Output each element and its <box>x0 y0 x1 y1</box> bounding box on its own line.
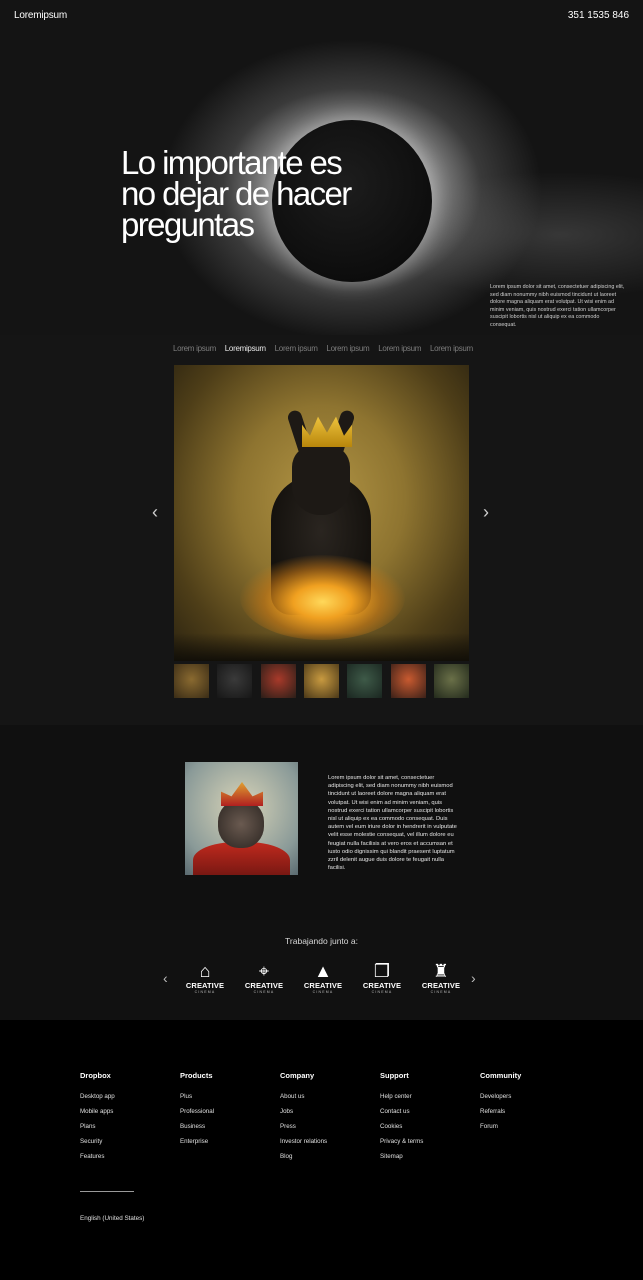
hero-headline: Lo importante es no dejar de hacer pregu… <box>121 144 352 243</box>
footer-column-support: Support Help center Contact us Cookies P… <box>380 1071 480 1164</box>
footer-link[interactable]: Press <box>280 1119 380 1134</box>
footer-link[interactable]: Contact us <box>380 1104 480 1119</box>
footer-link[interactable]: Jobs <box>280 1104 380 1119</box>
footer-link[interactable]: About us <box>280 1089 380 1104</box>
footer-link[interactable]: Enterprise <box>180 1134 280 1149</box>
thumbnail[interactable] <box>174 664 209 698</box>
gallery-tab[interactable]: Lorem ipsum <box>378 344 421 353</box>
footer-column-products: Products Plus Professional Business Ente… <box>180 1071 280 1164</box>
footer: Dropbox Desktop app Mobile apps Plans Se… <box>0 1020 643 1280</box>
partner-logo[interactable]: ▲ CREATIVE CINEMA <box>301 960 345 995</box>
footer-link[interactable]: Features <box>80 1149 180 1164</box>
footer-link[interactable]: Privacy & terms <box>380 1134 480 1149</box>
partner-logos: ⌂ CREATIVE CINEMA ⌖ CREATIVE CINEMA ▲ CR… <box>183 960 463 995</box>
thumbnail[interactable] <box>347 664 383 698</box>
gallery-main-image <box>174 365 469 661</box>
footer-column-community: Community Developers Referrals Forum <box>480 1071 580 1164</box>
footer-divider <box>80 1191 134 1192</box>
footer-column-company: Company About us Jobs Press Investor rel… <box>280 1071 380 1164</box>
logo-sub: CINEMA <box>253 990 275 994</box>
footer-heading: Products <box>180 1071 213 1080</box>
gallery-tabs: Lorem ipsum Loremipsum Lorem ipsum Lorem… <box>173 344 473 353</box>
logo-word: CREATIVE <box>362 981 402 990</box>
hero-paragraph: Lorem ipsum dolor sit amet, consectetuer… <box>490 284 625 328</box>
portrait-face <box>218 800 264 848</box>
thumbnail[interactable] <box>390 664 426 698</box>
footer-heading: Community <box>480 1071 522 1080</box>
gallery-tab[interactable]: Lorem ipsum <box>275 344 318 353</box>
chevron-left-icon[interactable]: ‹ <box>163 970 168 986</box>
thumbnail[interactable] <box>217 664 253 698</box>
footer-link[interactable]: Security <box>80 1134 180 1149</box>
logo-sub: CINEMA <box>312 990 334 994</box>
partner-logo[interactable]: ⌖ CREATIVE CINEMA <box>242 960 286 995</box>
chevron-right-icon[interactable]: › <box>471 970 476 986</box>
thumbnail[interactable] <box>433 664 469 698</box>
footer-link[interactable]: Referrals <box>480 1104 580 1119</box>
footer-link[interactable]: Mobile apps <box>80 1104 180 1119</box>
chevron-left-icon[interactable]: ‹ <box>148 502 162 522</box>
logo-word: CREATIVE <box>244 981 284 990</box>
thumbnail[interactable] <box>303 664 339 698</box>
hanger-icon: ⌂ <box>199 961 211 981</box>
logo-sub: CINEMA <box>430 990 452 994</box>
logo-word: CREATIVE <box>185 981 225 990</box>
hero-section: Loremipsum 351 1535 846 Lo importante es… <box>0 0 643 335</box>
gallery-tab[interactable]: Lorem ipsum <box>430 344 473 353</box>
feature-paragraph: Lorem ipsum dolor sit amet, consectetuer… <box>328 775 457 872</box>
partners-section: Trabajando junto a: ‹ ⌂ CREATIVE CINEMA … <box>0 920 643 1020</box>
footer-link[interactable]: Sitemap <box>380 1149 480 1164</box>
book-icon: ❐ <box>373 961 391 981</box>
language-selector[interactable]: English (United States) <box>80 1215 144 1222</box>
phone-number[interactable]: 351 1535 846 <box>568 10 629 21</box>
crown-icon <box>221 782 263 806</box>
brand-logo[interactable]: Loremipsum <box>14 10 67 21</box>
footer-link[interactable]: Investor relations <box>280 1134 380 1149</box>
footer-heading: Support <box>380 1071 409 1080</box>
footer-columns: Dropbox Desktop app Mobile apps Plans Se… <box>80 1071 580 1164</box>
footer-link[interactable]: Developers <box>480 1089 580 1104</box>
footer-link[interactable]: Help center <box>380 1089 480 1104</box>
logo-word: CREATIVE <box>421 981 461 990</box>
footer-link[interactable]: Forum <box>480 1119 580 1134</box>
fire-effect <box>240 555 405 640</box>
footer-link[interactable]: Plans <box>80 1119 180 1134</box>
footer-heading: Dropbox <box>80 1071 111 1080</box>
partner-logo[interactable]: ⌂ CREATIVE CINEMA <box>183 960 227 995</box>
dog-head <box>292 445 350 515</box>
footer-heading: Company <box>280 1071 315 1080</box>
footer-link[interactable]: Cookies <box>380 1119 480 1134</box>
footer-column-dropbox: Dropbox Desktop app Mobile apps Plans Se… <box>80 1071 180 1164</box>
footer-link[interactable]: Professional <box>180 1104 280 1119</box>
thumbnail-strip <box>174 664 469 698</box>
monkey-king-portrait <box>185 762 298 875</box>
map-pin-icon: ⌖ <box>258 961 270 981</box>
footer-link[interactable]: Plus <box>180 1089 280 1104</box>
graduation-cap-icon: ▲ <box>314 961 332 981</box>
feature-section: Lorem ipsum dolor sit amet, consectetuer… <box>0 725 643 920</box>
footer-link[interactable]: Business <box>180 1119 280 1134</box>
chevron-right-icon[interactable]: › <box>479 502 493 522</box>
logo-sub: CINEMA <box>371 990 393 994</box>
armchair-icon: ♜ <box>432 961 450 981</box>
gallery-tab[interactable]: Lorem ipsum <box>173 344 216 353</box>
footer-link[interactable]: Desktop app <box>80 1089 180 1104</box>
partners-title: Trabajando junto a: <box>285 936 358 946</box>
footer-link[interactable]: Blog <box>280 1149 380 1164</box>
gallery-section: Lorem ipsum Loremipsum Lorem ipsum Lorem… <box>0 335 643 725</box>
logo-sub: CINEMA <box>194 990 216 994</box>
logo-word: CREATIVE <box>303 981 343 990</box>
gallery-tab[interactable]: Lorem ipsum <box>326 344 369 353</box>
thumbnail[interactable] <box>260 664 296 698</box>
image-floor <box>174 633 469 661</box>
partner-logo[interactable]: ❐ CREATIVE CINEMA <box>360 960 404 995</box>
gallery-tab-active[interactable]: Loremipsum <box>225 344 266 353</box>
partner-logo[interactable]: ♜ CREATIVE CINEMA <box>419 960 463 995</box>
